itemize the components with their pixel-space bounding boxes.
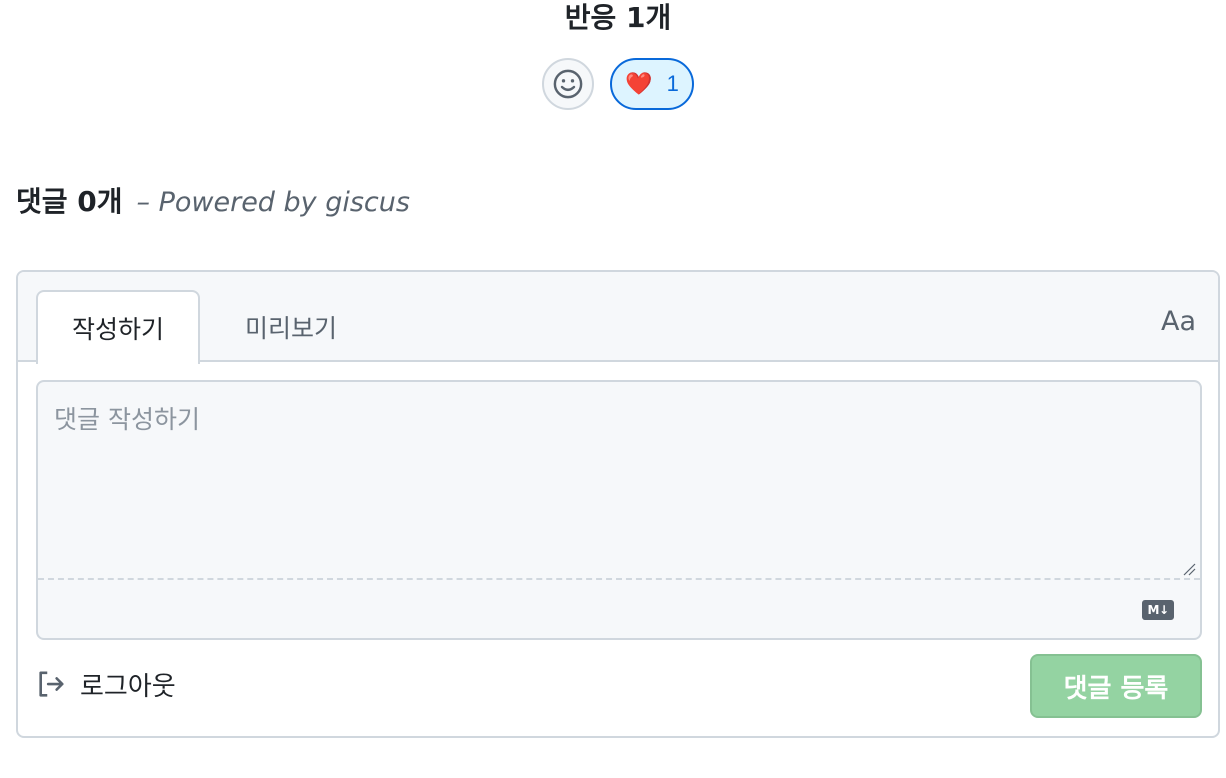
markdown-icon: M↓ (1142, 600, 1174, 620)
tab-write[interactable]: 작성하기 (36, 290, 200, 364)
logout-label: 로그아웃 (80, 671, 176, 702)
powered-by-text: – Powered by giscus (136, 187, 410, 218)
resize-handle-icon[interactable] (1180, 560, 1196, 576)
comment-editor: 작성하기 미리보기 Aa M↓ 로그아웃 댓글 등록 (16, 270, 1220, 738)
editor-tab-bar: 작성하기 미리보기 Aa (18, 272, 1218, 364)
input-divider (38, 578, 1200, 580)
tab-preview[interactable]: 미리보기 (218, 290, 364, 364)
sign-out-icon (39, 671, 64, 697)
reaction-bar: ❤️ 1 (542, 58, 694, 110)
add-reaction-button[interactable] (542, 58, 594, 110)
comment-input[interactable] (38, 382, 1200, 578)
smiley-icon (553, 69, 583, 99)
comment-input-wrapper: M↓ (36, 380, 1202, 640)
logout-button[interactable]: 로그아웃 (36, 656, 176, 712)
reactions-title: 반응 1개 (564, 1, 672, 34)
heart-reaction-count: 1 (666, 71, 679, 96)
editor-footer: 로그아웃 댓글 등록 (18, 652, 1218, 722)
submit-comment-button[interactable]: 댓글 등록 (1030, 654, 1202, 718)
comment-count: 댓글 0개 (16, 185, 123, 218)
heart-reaction-button[interactable]: ❤️ 1 (610, 58, 694, 110)
font-toggle-button[interactable]: Aa (1161, 306, 1196, 337)
comments-header: 댓글 0개 – Powered by giscus (16, 180, 410, 220)
heart-icon: ❤️ (625, 71, 653, 96)
